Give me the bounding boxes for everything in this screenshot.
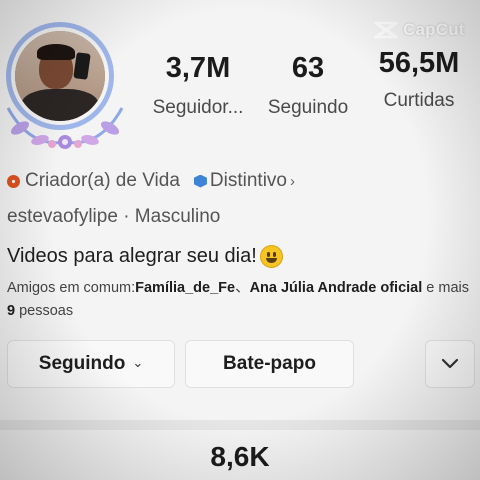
mutual-friend-1: Família_de_Fe bbox=[135, 280, 236, 296]
creator-icon bbox=[7, 174, 20, 188]
likes-count: 56,5M bbox=[378, 47, 460, 79]
capcut-watermark: CapCut bbox=[374, 20, 465, 40]
mutual-middle: e mais bbox=[422, 280, 470, 296]
chat-button-label: Bate-papo bbox=[223, 353, 316, 374]
section-divider bbox=[0, 420, 480, 430]
bio: Videos para alegrar seu dia! bbox=[7, 245, 283, 268]
mutual-friend-2: Ana Júlia Andrade oficial bbox=[249, 280, 423, 296]
stat-followers[interactable]: 3,7M Seguidor... bbox=[148, 52, 248, 119]
mutual-prefix: Amigos em comum: bbox=[7, 280, 136, 296]
video-views-count: 8,6K bbox=[210, 441, 270, 472]
watermark-text: CapCut bbox=[403, 20, 465, 39]
following-button-label: Seguindo bbox=[38, 353, 126, 374]
stat-following[interactable]: 63 Seguindo bbox=[258, 52, 358, 119]
stat-likes[interactable]: 56,5M Curtidas bbox=[366, 47, 472, 112]
followers-count: 3,7M bbox=[165, 52, 231, 84]
mutual-count: 9 bbox=[7, 303, 16, 319]
following-button[interactable]: Seguindo ⌄ bbox=[7, 340, 175, 388]
likes-label: Curtidas bbox=[383, 90, 455, 111]
avatar-wreath-decoration bbox=[6, 107, 124, 149]
capcut-logo-icon bbox=[374, 21, 398, 39]
badge-label: Distintivo bbox=[209, 170, 287, 191]
mutual-suffix: pessoas bbox=[15, 303, 74, 319]
smiley-emoji-icon bbox=[259, 245, 283, 268]
handle-row: estevaofylipe · Masculino bbox=[7, 206, 220, 228]
category-label: Criador(a) de Vida bbox=[25, 170, 180, 191]
chevron-right-icon: › bbox=[289, 172, 295, 190]
followers-label: Seguidor... bbox=[152, 97, 244, 118]
category-row[interactable]: Criador(a) de Vida Distintivo › bbox=[7, 170, 295, 192]
chevron-down-icon bbox=[441, 358, 459, 369]
gender: Masculino bbox=[134, 206, 221, 227]
chevron-down-icon: ⌄ bbox=[132, 355, 144, 370]
username: estevaofylipe bbox=[7, 206, 118, 227]
separator-dot: · bbox=[123, 206, 130, 227]
more-options-button[interactable] bbox=[425, 340, 475, 388]
avatar[interactable] bbox=[0, 20, 130, 150]
bio-text: Videos para alegrar seu dia! bbox=[7, 245, 257, 267]
verified-badge-icon bbox=[193, 174, 207, 188]
following-count: 63 bbox=[291, 52, 325, 84]
chat-button[interactable]: Bate-papo bbox=[185, 340, 354, 388]
following-label: Seguindo bbox=[267, 97, 349, 118]
mutual-separator: 、 bbox=[235, 280, 250, 296]
mutual-friends[interactable]: Amigos em comum:Família_de_Fe、Ana Júlia … bbox=[7, 277, 477, 323]
